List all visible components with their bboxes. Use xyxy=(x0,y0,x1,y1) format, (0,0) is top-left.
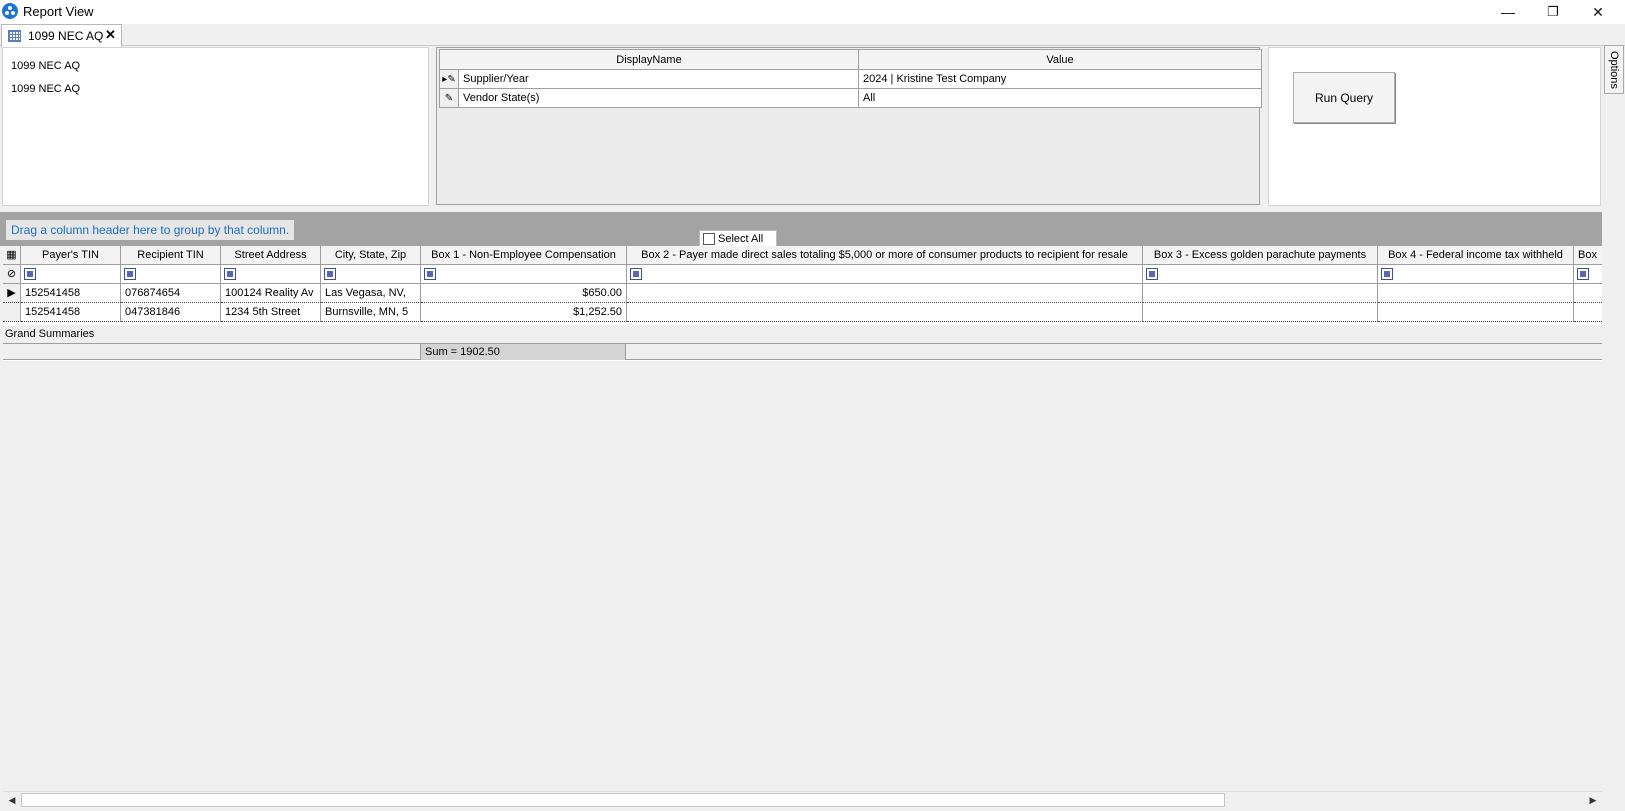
restore-button[interactable]: ❐ xyxy=(1530,0,1576,24)
scrollbar-thumb[interactable] xyxy=(21,793,1225,807)
minimize-button[interactable]: — xyxy=(1485,0,1531,24)
column-header-recipient-tin[interactable]: Recipient TIN xyxy=(121,246,221,265)
displayname-header[interactable]: DisplayName xyxy=(438,49,860,70)
parameter-name: Vendor State(s) xyxy=(457,88,860,108)
group-by-panel[interactable]: Drag a column header here to group by th… xyxy=(0,212,1602,246)
box3-cell[interactable] xyxy=(1143,284,1378,303)
column-header-box4[interactable]: Box 4 - Federal income tax withheld xyxy=(1378,246,1574,265)
group-by-hint: Drag a column header here to group by th… xyxy=(6,220,295,240)
column-header-box5[interactable]: Box xyxy=(1574,246,1602,265)
value-header[interactable]: Value xyxy=(858,49,1263,70)
box4-cell[interactable] xyxy=(1378,284,1574,303)
filter-icon[interactable] xyxy=(1577,268,1589,280)
column-header-box3[interactable]: Box 3 - Excess golden parachute payments xyxy=(1143,246,1378,265)
filter-icon[interactable] xyxy=(24,268,36,280)
column-header-payers-tin[interactable]: Payer's TIN xyxy=(21,246,121,265)
recipient-tin-cell[interactable]: 076874654 xyxy=(121,284,221,303)
parameter-grid: DisplayName Value ▸✎ Supplier/Year 2024 … xyxy=(438,49,1263,108)
grid-icon xyxy=(8,30,21,42)
filter-cell[interactable] xyxy=(627,265,1143,284)
horizontal-scrollbar[interactable]: ◀ ▶ xyxy=(3,791,1602,808)
filter-icon[interactable] xyxy=(630,268,642,280)
filter-cell[interactable] xyxy=(1378,265,1574,284)
street-address-cell[interactable]: 1234 5th Street xyxy=(221,303,321,322)
scroll-left-arrow-icon[interactable]: ◀ xyxy=(4,793,20,808)
box4-cell[interactable] xyxy=(1378,303,1574,322)
checkbox-icon[interactable] xyxy=(703,233,715,245)
box2-cell[interactable] xyxy=(627,284,1143,303)
filter-cell[interactable] xyxy=(21,265,121,284)
title-bar: Report View — ❐ ✕ xyxy=(0,0,1625,24)
filter-icon[interactable] xyxy=(424,268,436,280)
filter-cell[interactable] xyxy=(421,265,627,284)
edit-pencil-icon: ✎ xyxy=(439,88,459,108)
tab-label: 1099 NEC AQ xyxy=(28,29,104,43)
tab-1099-nec-aq[interactable]: 1099 NEC AQ ✕ xyxy=(1,24,122,47)
tab-strip: 1099 NEC AQ ✕ xyxy=(0,24,1625,47)
parameter-value[interactable]: All xyxy=(858,88,1263,108)
filter-icon[interactable] xyxy=(124,268,136,280)
edit-pencil-icon: ▸✎ xyxy=(439,69,459,89)
box2-cell[interactable] xyxy=(627,303,1143,322)
parameter-row[interactable]: ▸✎ Supplier/Year 2024 | Kristine Test Co… xyxy=(439,69,1263,89)
column-header-city-state-zip[interactable]: City, State, Zip xyxy=(321,246,421,265)
filter-icon[interactable] xyxy=(224,268,236,280)
options-tab[interactable]: Options xyxy=(1604,45,1624,94)
city-state-zip-cell[interactable]: Burnsville, MN, 5 xyxy=(321,303,421,322)
box5-cell[interactable] xyxy=(1574,303,1602,322)
filter-cell[interactable] xyxy=(121,265,221,284)
filter-icon[interactable] xyxy=(324,268,336,280)
window-title: Report View xyxy=(23,4,94,19)
row-indicator xyxy=(3,303,21,322)
box1-sum: Sum = 1902.50 xyxy=(420,344,626,360)
report-description: 1099 NEC AQ xyxy=(11,83,81,95)
parameter-panel: DisplayName Value ▸✎ Supplier/Year 2024 … xyxy=(436,47,1263,205)
run-query-button[interactable]: Run Query xyxy=(1293,72,1395,123)
select-all-label: Select All xyxy=(718,233,764,245)
action-panel xyxy=(1268,47,1601,206)
filter-cell[interactable] xyxy=(321,265,421,284)
scroll-right-arrow-icon[interactable]: ▶ xyxy=(1585,793,1601,808)
column-header-box2[interactable]: Box 2 - Payer made direct sales totaling… xyxy=(627,246,1143,265)
filter-icon[interactable] xyxy=(1381,268,1393,280)
payers-tin-cell[interactable]: 152541458 xyxy=(21,284,121,303)
clear-filter-icon[interactable]: ⊘ xyxy=(3,265,21,284)
report-name: 1099 NEC AQ xyxy=(11,60,81,72)
filter-cell[interactable] xyxy=(1143,265,1378,284)
box1-cell[interactable]: $650.00 xyxy=(421,284,627,303)
filter-cell[interactable] xyxy=(1574,265,1602,284)
column-chooser-icon[interactable]: ▦ xyxy=(3,246,21,265)
filter-cell[interactable] xyxy=(221,265,321,284)
city-state-zip-cell[interactable]: Las Vegasa, NV, xyxy=(321,284,421,303)
app-icon xyxy=(2,3,18,19)
grand-summaries-row: Sum = 1902.50 xyxy=(3,343,1602,360)
parameter-row[interactable]: ✎ Vendor State(s) All xyxy=(439,88,1263,108)
report-info-panel: 1099 NEC AQ 1099 NEC AQ xyxy=(2,47,429,206)
grand-summaries-label: Grand Summaries xyxy=(3,326,1602,343)
column-header-street-address[interactable]: Street Address xyxy=(221,246,321,265)
parameter-value[interactable]: 2024 | Kristine Test Company xyxy=(858,69,1263,89)
close-button[interactable]: ✕ xyxy=(1575,0,1621,24)
recipient-tin-cell[interactable]: 047381846 xyxy=(121,303,221,322)
tab-close-icon[interactable]: ✕ xyxy=(105,27,116,43)
payers-tin-cell[interactable]: 152541458 xyxy=(21,303,121,322)
filter-icon[interactable] xyxy=(1146,268,1158,280)
column-header-box1[interactable]: Box 1 - Non-Employee Compensation xyxy=(421,246,627,265)
current-row-arrow-icon: ▶ xyxy=(3,284,21,303)
box5-cell[interactable] xyxy=(1574,284,1602,303)
street-address-cell[interactable]: 100124 Reality Av xyxy=(221,284,321,303)
box3-cell[interactable] xyxy=(1143,303,1378,322)
parameter-name: Supplier/Year xyxy=(457,69,860,89)
box1-cell[interactable]: $1,252.50 xyxy=(421,303,627,322)
